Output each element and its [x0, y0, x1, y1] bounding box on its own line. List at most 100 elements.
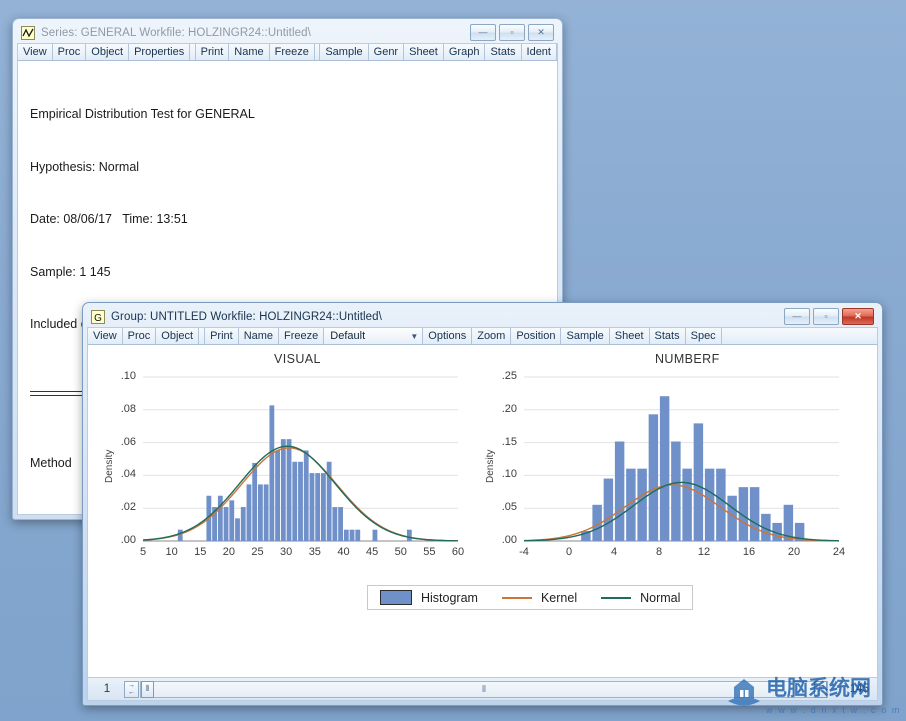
scroll-thumb-right[interactable]: ⦀ [814, 681, 827, 698]
group-toolbar-name[interactable]: Name [239, 328, 279, 344]
group-toolbar-stats[interactable]: Stats [650, 328, 686, 344]
group-toolbar-object[interactable]: Object [156, 328, 199, 344]
series-toolbar-properties[interactable]: Properties [129, 44, 190, 60]
group-toolbar-spec[interactable]: Spec [686, 328, 722, 344]
y-tick-label: .20 [491, 403, 517, 415]
group-window-frame: G Group: UNTITLED Workfile: HOLZINGR24::… [82, 302, 883, 706]
x-tick-label: 40 [333, 546, 353, 558]
x-tick-label: 12 [694, 546, 714, 558]
group-graph-pane[interactable]: VISUAL NUMBERF Density Density .00.02.04… [87, 345, 878, 678]
series-toolbar-view[interactable]: View [18, 44, 53, 60]
chart-numberf [469, 345, 869, 565]
y-tick-label: .15 [491, 436, 517, 448]
y-tick-label: .00 [110, 534, 136, 546]
group-minimize-button[interactable]: — [784, 308, 810, 325]
series-toolbar-genr[interactable]: Genr [369, 44, 404, 60]
series-toolbar-sheet[interactable]: Sheet [404, 44, 444, 60]
x-tick-label: 30 [276, 546, 296, 558]
series-minimize-button[interactable]: — [470, 24, 496, 41]
group-close-button[interactable]: ✕ [842, 308, 874, 325]
group-toolbar-position[interactable]: Position [511, 328, 561, 344]
group-window-buttons: — ▫ ✕ [784, 308, 876, 325]
scroll-grip[interactable]: ⦀ [482, 684, 486, 695]
series-toolbar[interactable]: View Proc Object Properties Print Name F… [17, 43, 558, 61]
y-tick-label: .06 [110, 436, 136, 448]
group-statusbar[interactable]: 1 →← ⦀ ⦀ ⦀ 145 [87, 678, 878, 701]
view-preset-value: Default [330, 330, 365, 342]
group-toolbar-options[interactable]: Options [423, 328, 472, 344]
group-window-title: Group: UNTITLED Workfile: HOLZINGR24::Un… [111, 311, 382, 323]
chart-visual [88, 345, 488, 565]
series-toolbar-name[interactable]: Name [229, 44, 269, 60]
x-tick-label: 50 [391, 546, 411, 558]
group-toolbar-print[interactable]: Print [205, 328, 239, 344]
scroll-thumb-left[interactable]: ⦀ [141, 681, 154, 698]
y-tick-label: .10 [110, 370, 136, 382]
y-tick-label: .25 [491, 370, 517, 382]
series-toolbar-sample[interactable]: Sample [320, 44, 368, 60]
series-chart-icon [21, 26, 35, 40]
x-tick-label: 10 [162, 546, 182, 558]
x-tick-label: 25 [248, 546, 268, 558]
horizontal-scrollbar[interactable]: ⦀ ⦀ ⦀ [140, 681, 828, 698]
report-heading: Empirical Distribution Test for GENERAL [30, 106, 545, 124]
series-toolbar-stats[interactable]: Stats [485, 44, 521, 60]
legend-label-histogram: Histogram [421, 591, 478, 605]
group-toolbar-sample[interactable]: Sample [561, 328, 609, 344]
group-toolbar[interactable]: View Proc Object Print Name Freeze Defau… [87, 327, 878, 345]
x-tick-label: 5 [133, 546, 153, 558]
x-tick-label: 35 [305, 546, 325, 558]
legend-label-kernel: Kernel [541, 591, 577, 605]
chart-legend: Histogram Kernel Normal [367, 585, 693, 610]
legend-swatch-normal [601, 597, 631, 599]
series-window-titlebar[interactable]: Series: GENERAL Workfile: HOLZINGR24::Un… [17, 22, 558, 43]
watermark-text-url: w w w . d n x t w . c o m [765, 705, 901, 715]
obs-end-value: 145 [829, 683, 875, 695]
chevron-down-icon: ▼ [402, 332, 418, 341]
y-tick-label: .10 [491, 468, 517, 480]
x-tick-label: 20 [219, 546, 239, 558]
series-toolbar-proc[interactable]: Proc [53, 44, 87, 60]
group-window-titlebar[interactable]: G Group: UNTITLED Workfile: HOLZINGR24::… [87, 306, 878, 327]
x-tick-label: 16 [739, 546, 759, 558]
legend-label-normal: Normal [640, 591, 680, 605]
x-tick-label: 24 [829, 546, 849, 558]
series-window-title: Series: GENERAL Workfile: HOLZINGR24::Un… [41, 27, 311, 39]
group-toolbar-zoom[interactable]: Zoom [472, 328, 511, 344]
x-tick-label: 4 [604, 546, 624, 558]
y-tick-label: .00 [491, 534, 517, 546]
series-toolbar-ident[interactable]: Ident [522, 44, 557, 60]
report-sample: Sample: 1 145 [30, 264, 545, 282]
group-toolbar-view[interactable]: View [88, 328, 123, 344]
group-window[interactable]: G Group: UNTITLED Workfile: HOLZINGR24::… [82, 302, 883, 706]
view-preset-select[interactable]: Default ▼ [324, 328, 423, 344]
x-tick-label: 60 [448, 546, 468, 558]
x-tick-label: -4 [514, 546, 534, 558]
y-tick-label: .02 [110, 501, 136, 513]
scroll-direction-toggle[interactable]: →← [124, 681, 139, 698]
series-close-button[interactable]: ✕ [528, 24, 554, 41]
group-icon: G [91, 310, 105, 324]
legend-swatch-histogram [380, 590, 412, 605]
y-tick-label: .08 [110, 403, 136, 415]
report-datetime: Date: 08/06/17 Time: 13:51 [30, 211, 545, 229]
obs-start-value: 1 [90, 683, 124, 695]
series-toolbar-graph[interactable]: Graph [444, 44, 486, 60]
svg-text:G: G [94, 313, 102, 324]
group-maximize-button[interactable]: ▫ [813, 308, 839, 325]
x-tick-label: 15 [190, 546, 210, 558]
series-toolbar-freeze[interactable]: Freeze [270, 44, 315, 60]
y-tick-label: .05 [491, 501, 517, 513]
series-window-buttons: — ▫ ✕ [470, 24, 556, 41]
series-toolbar-print[interactable]: Print [196, 44, 230, 60]
series-maximize-button[interactable]: ▫ [499, 24, 525, 41]
report-hypothesis: Hypothesis: Normal [30, 159, 545, 177]
group-toolbar-freeze[interactable]: Freeze [279, 328, 324, 344]
group-toolbar-proc[interactable]: Proc [123, 328, 157, 344]
x-tick-label: 55 [419, 546, 439, 558]
x-tick-label: 45 [362, 546, 382, 558]
group-toolbar-sheet[interactable]: Sheet [610, 328, 650, 344]
x-tick-label: 20 [784, 546, 804, 558]
series-toolbar-object[interactable]: Object [86, 44, 129, 60]
histograms-container: VISUAL NUMBERF Density Density .00.02.04… [88, 345, 877, 677]
